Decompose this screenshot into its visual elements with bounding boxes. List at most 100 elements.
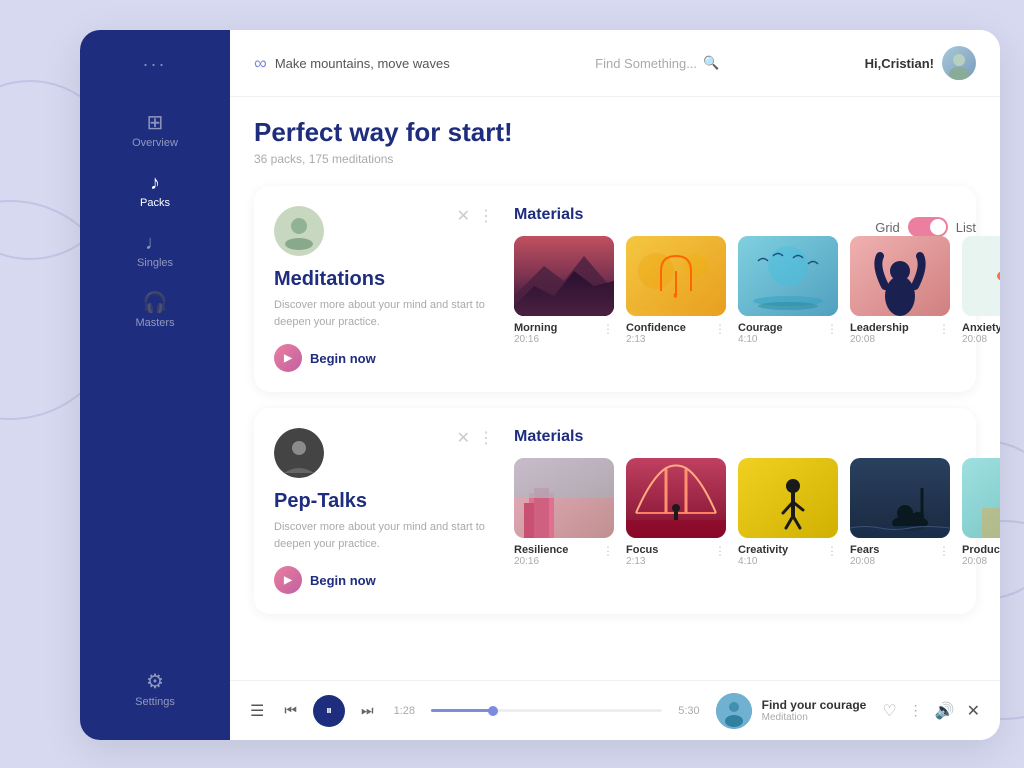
material-info-confidence: Confidence 2:13 ⋮ [626, 322, 726, 345]
more-icon-peptalks[interactable]: ⋮ [478, 428, 494, 448]
material-img-resilience [514, 458, 614, 538]
material-focus[interactable]: Focus 2:13 ⋮ [626, 458, 726, 567]
brand: ∞ Make mountains, move waves [254, 53, 450, 74]
material-info-anxiety: Anxiety 20:08 ⋮ [962, 322, 1000, 345]
material-creativity[interactable]: Creativity 4:10 ⋮ [738, 458, 838, 567]
app-window: ... ⊞ Overview ♪ Packs ♩ Singles 🎧 Maste… [80, 30, 1000, 740]
material-name-confidence: Confidence [626, 322, 686, 334]
volume-icon[interactable]: 🔊 [935, 701, 955, 721]
toggle-knob [930, 219, 946, 235]
material-img-anxiety [962, 236, 1000, 316]
material-info-resilience: Resilience 20:16 ⋮ [514, 544, 614, 567]
sidebar-label-singles: Singles [137, 257, 173, 269]
player-close-icon[interactable]: ✕ [967, 701, 980, 721]
pack-avatar-meditations [274, 206, 324, 256]
material-time-fears: 20:08 [850, 556, 879, 567]
material-time-leadership: 20:08 [850, 334, 909, 345]
close-icon-meditations[interactable]: ✕ [457, 206, 470, 226]
pause-button[interactable]: ⏸ [313, 695, 345, 727]
sidebar-item-masters[interactable]: 🎧 Masters [80, 281, 230, 341]
materials-peptalks: Materials See all › [514, 428, 1000, 594]
pack-info-meditations: ✕ ⋮ Meditations Discover more about your… [274, 206, 494, 372]
material-fears[interactable]: Fears 20:08 ⋮ [850, 458, 950, 567]
player-actions: ♡ ⋮ 🔊 ✕ [882, 701, 980, 721]
material-courage[interactable]: Courage 4:10 ⋮ [738, 236, 838, 345]
user-area: Hi,Cristian! [865, 46, 976, 80]
material-time-focus: 2:13 [626, 556, 658, 567]
sidebar-item-settings[interactable]: ⚙ Settings [80, 660, 230, 720]
page-header: Perfect way for start! 36 packs, 175 med… [230, 97, 1000, 176]
material-name-fears: Fears [850, 544, 879, 556]
heart-icon[interactable]: ♡ [882, 701, 896, 721]
material-info-productivity: Productivity 20:08 ⋮ [962, 544, 1000, 567]
material-img-leadership [850, 236, 950, 316]
sidebar-label-masters: Masters [135, 317, 174, 329]
sidebar-label-packs: Packs [140, 197, 170, 209]
sidebar-item-overview[interactable]: ⊞ Overview [80, 101, 230, 161]
play-circle-meditations: ▶ [274, 344, 302, 372]
player-time-current: 1:28 [394, 705, 415, 717]
material-morning[interactable]: Morning 20:16 ⋮ [514, 236, 614, 345]
material-productivity[interactable]: Productivity 20:08 ⋮ [962, 458, 1000, 567]
track-name: Find your courage [762, 698, 867, 712]
material-dots-fears[interactable]: ⋮ [938, 544, 950, 558]
begin-label-peptalks: Begin now [310, 573, 376, 588]
material-resilience[interactable]: Resilience 20:16 ⋮ [514, 458, 614, 567]
close-icon-peptalks[interactable]: ✕ [457, 428, 470, 448]
material-name-productivity: Productivity [962, 544, 1000, 556]
material-info-creativity: Creativity 4:10 ⋮ [738, 544, 838, 567]
material-img-fears [850, 458, 950, 538]
begin-button-peptalks[interactable]: ▶ Begin now [274, 566, 376, 594]
material-time-productivity: 20:08 [962, 556, 1000, 567]
scroll-area[interactable]: ✕ ⋮ Meditations Discover more about your… [230, 176, 1000, 740]
material-time-resilience: 20:16 [514, 556, 568, 567]
sidebar-item-packs[interactable]: ♪ Packs [80, 161, 230, 221]
material-confidence[interactable]: Confidence 2:13 ⋮ [626, 236, 726, 345]
material-anxiety[interactable]: Anxiety 20:08 ⋮ [962, 236, 1000, 345]
overview-icon: ⊞ [147, 113, 164, 133]
material-dots-focus[interactable]: ⋮ [714, 544, 726, 558]
infinity-icon: ∞ [254, 53, 267, 74]
sidebar-label-settings: Settings [135, 696, 175, 708]
material-time-courage: 4:10 [738, 334, 783, 345]
material-info-courage: Courage 4:10 ⋮ [738, 322, 838, 345]
material-dots-leadership[interactable]: ⋮ [938, 322, 950, 336]
pack-info-peptalks: ✕ ⋮ Pep-Talks Discover more about your m… [274, 428, 494, 594]
toggle-switch[interactable] [908, 217, 948, 237]
grid-label: Grid [875, 220, 900, 235]
pack-card-meditations: ✕ ⋮ Meditations Discover more about your… [254, 186, 976, 392]
material-img-productivity [962, 458, 1000, 538]
next-button[interactable]: ⏭ [357, 698, 378, 723]
playlist-icon[interactable]: ☰ [250, 701, 264, 721]
material-dots-morning[interactable]: ⋮ [602, 322, 614, 336]
player-thumb [716, 693, 752, 729]
player-time-total: 5:30 [678, 705, 699, 717]
brand-text: Make mountains, move waves [275, 56, 450, 71]
material-name-focus: Focus [626, 544, 658, 556]
material-dots-creativity[interactable]: ⋮ [826, 544, 838, 558]
material-dots-resilience[interactable]: ⋮ [602, 544, 614, 558]
material-leadership[interactable]: Leadership 20:08 ⋮ [850, 236, 950, 345]
material-img-morning [514, 236, 614, 316]
material-info-morning: Morning 20:16 ⋮ [514, 322, 614, 345]
progress-dot [488, 706, 498, 716]
progress-fill [431, 709, 493, 712]
track-info: Find your courage Meditation [762, 698, 867, 723]
material-info-focus: Focus 2:13 ⋮ [626, 544, 726, 567]
avatar[interactable] [942, 46, 976, 80]
masters-icon: 🎧 [143, 293, 168, 313]
more-icon-meditations[interactable]: ⋮ [478, 206, 494, 226]
player-bar: ☰ ⏮ ⏸ ⏭ 1:28 5:30 [230, 680, 1000, 740]
begin-button-meditations[interactable]: ▶ Begin now [274, 344, 376, 372]
material-dots-courage[interactable]: ⋮ [826, 322, 838, 336]
progress-bar[interactable] [431, 709, 662, 712]
player-more-icon[interactable]: ⋮ [909, 702, 923, 719]
view-toggle[interactable]: Grid List [875, 217, 976, 237]
materials-grid-peptalks: Resilience 20:16 ⋮ [514, 458, 1000, 567]
material-dots-confidence[interactable]: ⋮ [714, 322, 726, 336]
sidebar-item-singles[interactable]: ♩ Singles [80, 221, 230, 281]
search-area[interactable]: Find Something... 🔍 [595, 55, 719, 71]
prev-button[interactable]: ⏮ [280, 698, 301, 723]
material-time-creativity: 4:10 [738, 556, 788, 567]
singles-icon: ♩ [145, 233, 165, 253]
